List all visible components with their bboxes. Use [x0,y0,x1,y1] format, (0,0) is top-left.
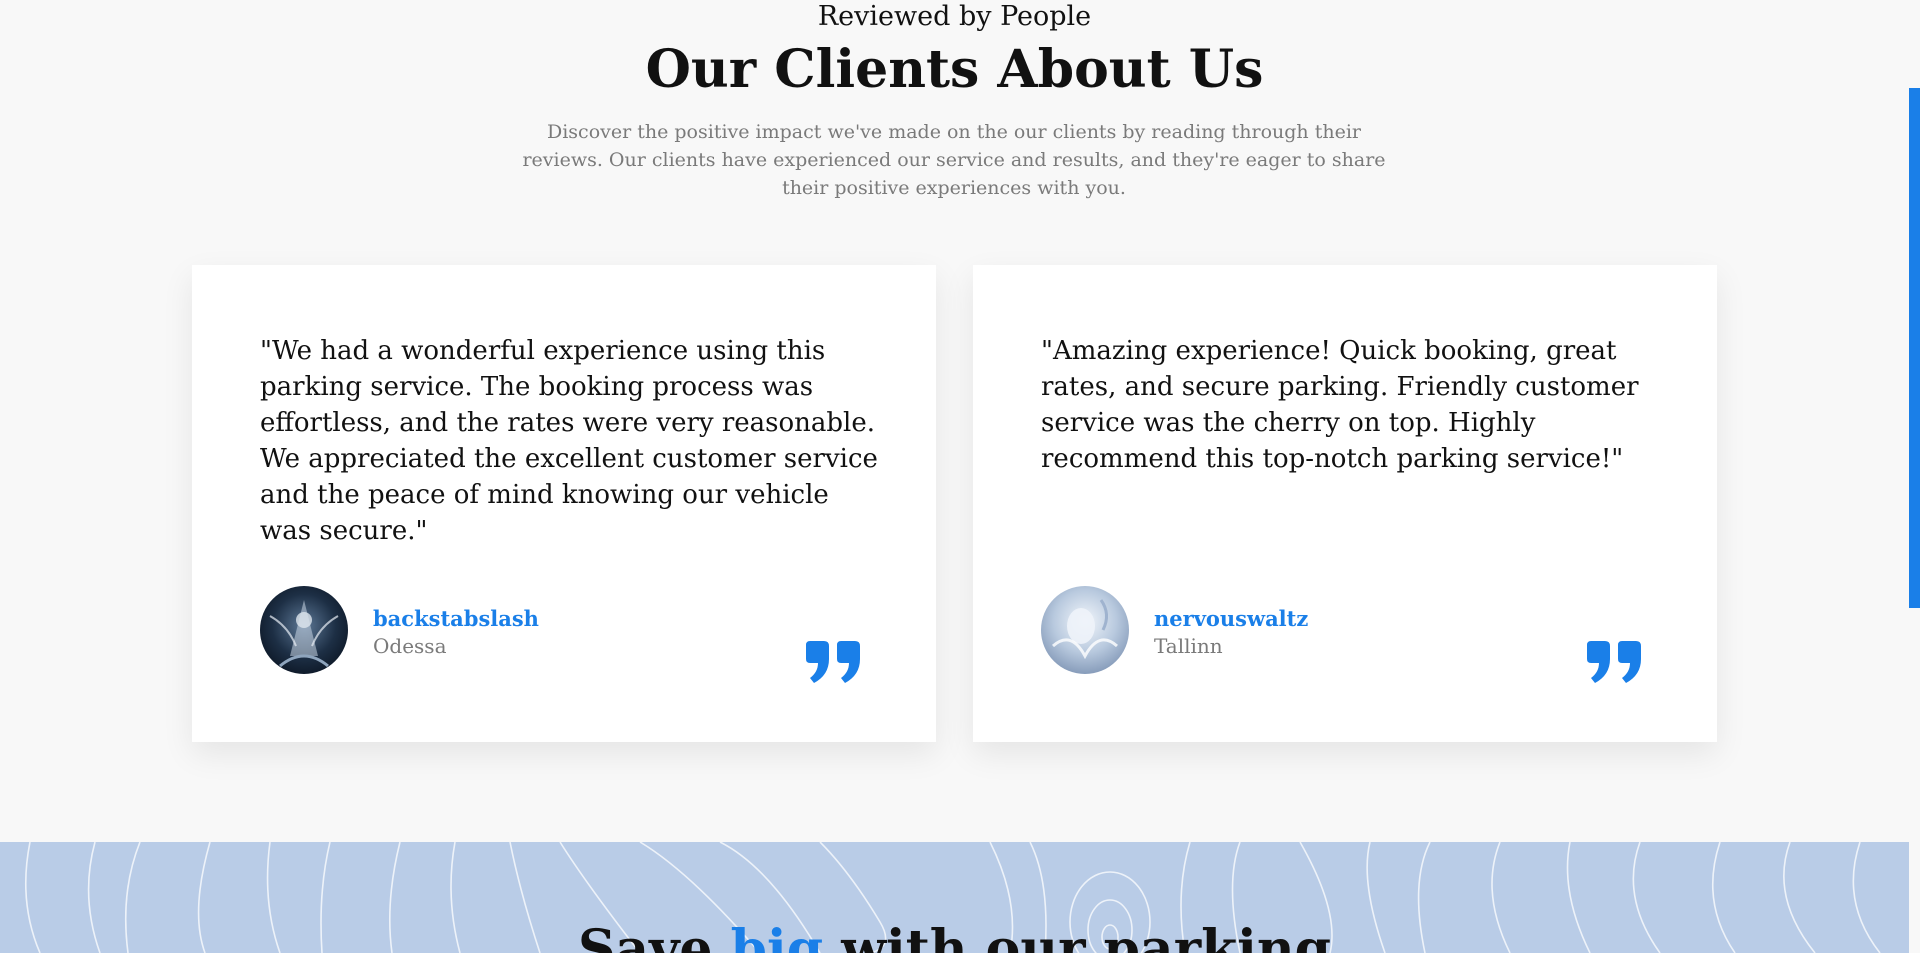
author-name[interactable]: backstabslash [373,606,539,632]
section-title: Our Clients About Us [645,39,1264,100]
banner-title: Save big with our parking [0,918,1909,953]
testimonial-quote: "We had a wonderful experience using thi… [260,336,878,546]
section-subtitle: Discover the positive impact we've made … [522,121,1386,199]
testimonial-card: "Amazing experience! Quick booking, grea… [973,265,1717,742]
author-city: Tallinn [1154,634,1223,658]
banner-title-accent: big [730,919,824,953]
quote-mark-icon [1587,641,1641,683]
avatar [260,586,348,674]
scrollbar-thumb[interactable] [1909,88,1920,608]
section-eyebrow: Reviewed by People [817,1,1092,32]
author-name[interactable]: nervouswaltz [1154,606,1308,632]
banner-title-end: with our parking [823,919,1332,953]
page: Reviewed by People Our Clients About Us … [0,0,1909,953]
avatar [1041,586,1129,674]
testimonial-author: nervouswaltz Tallinn [1041,586,1601,674]
testimonial-author: backstabslash Odessa [260,586,820,674]
testimonial-card: "We had a wonderful experience using thi… [192,265,936,742]
testimonial-quote: "Amazing experience! Quick booking, grea… [1041,336,1639,474]
quote-mark-icon [806,641,860,683]
author-city: Odessa [373,634,447,658]
banner-title-start: Save [577,919,731,953]
